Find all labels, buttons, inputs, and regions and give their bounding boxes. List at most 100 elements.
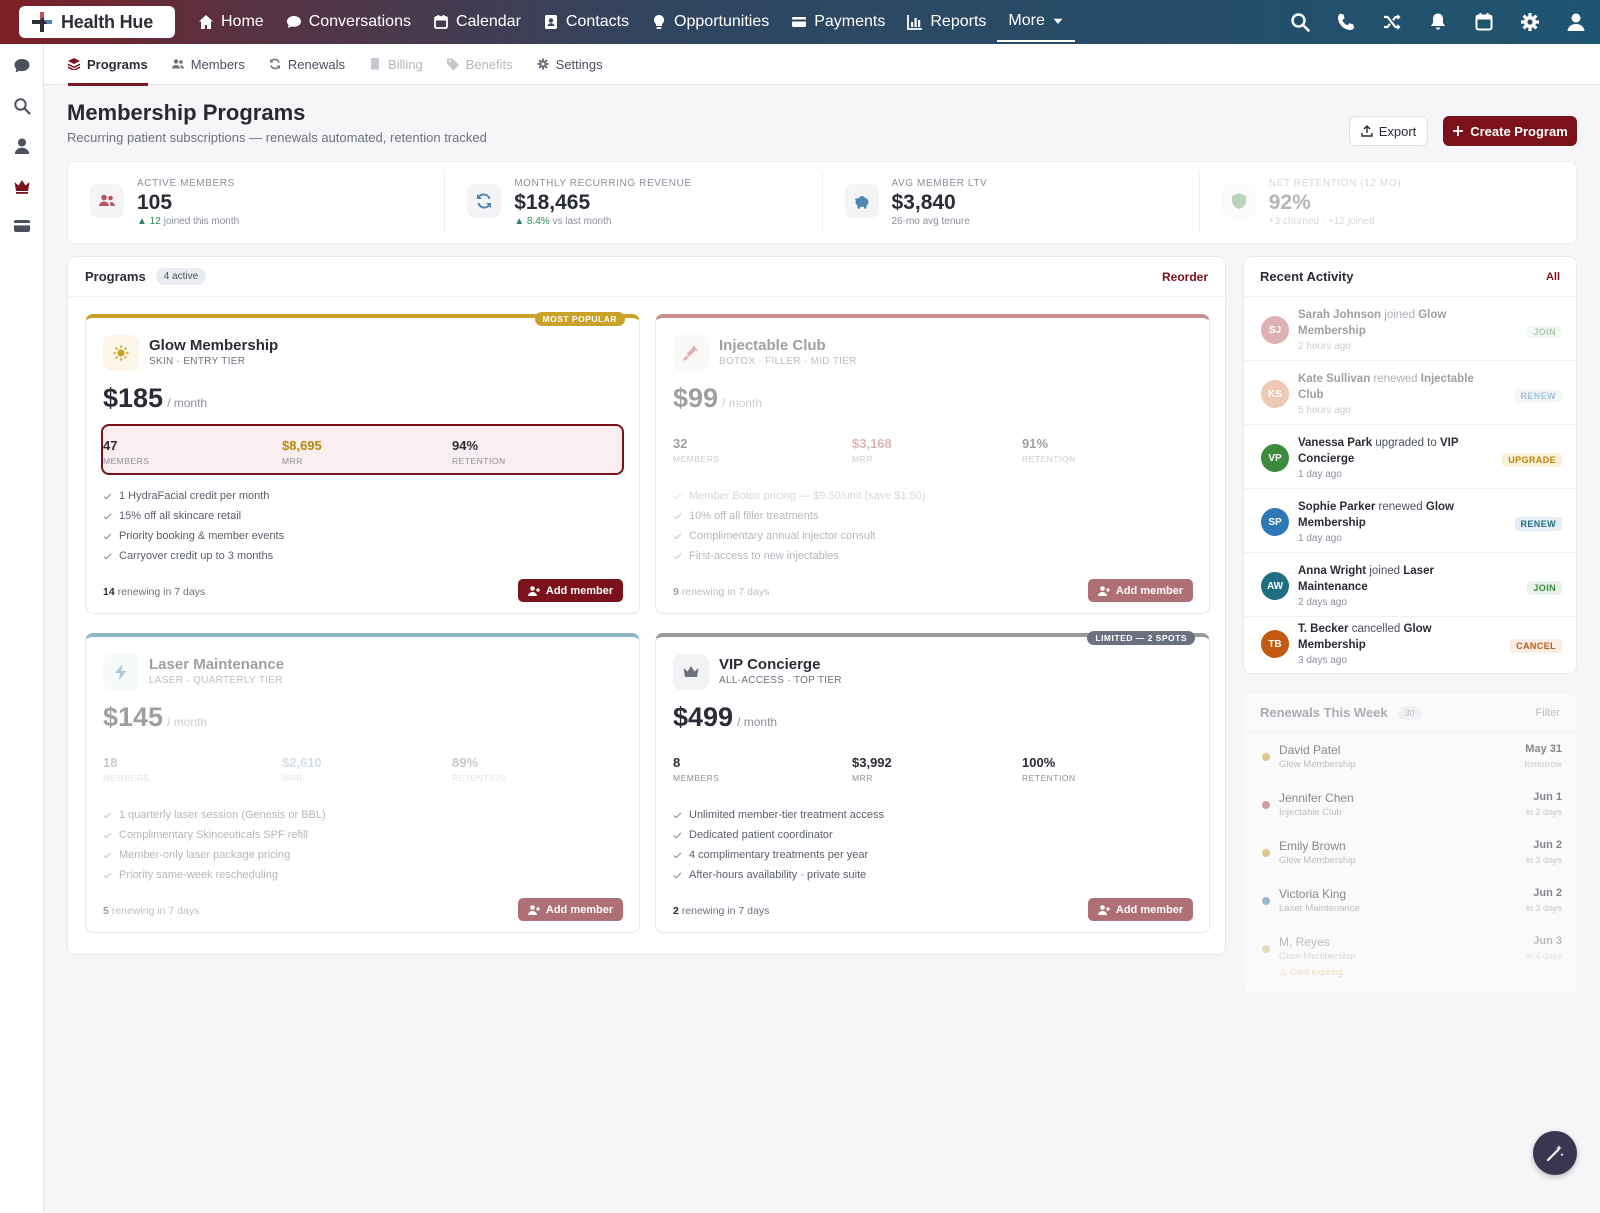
tab-renewals[interactable]: Renewals xyxy=(269,44,345,85)
activity-item[interactable]: SP Sophie Parker renewed Glow Membership… xyxy=(1244,489,1578,553)
brand-logo[interactable]: Health Hue xyxy=(19,6,175,38)
perk-item: Member Botox pricing — $9.50/unit (save … xyxy=(673,486,926,506)
metric-label: MEMBERS xyxy=(673,773,720,783)
nav-item-contacts[interactable]: Contacts xyxy=(532,0,640,44)
crown-icon xyxy=(683,666,699,677)
tab-label: Billing xyxy=(387,56,423,72)
activity-item[interactable]: VP Vanessa Park upgraded to VIP Concierg… xyxy=(1244,425,1578,489)
nav-item-more[interactable]: More xyxy=(997,2,1075,42)
metric-value: 32 xyxy=(673,436,688,451)
renewal-row[interactable]: Jennifer Chen Injectable Club Jun 1 in 2… xyxy=(1244,781,1578,829)
activity-item[interactable]: TB T. Becker cancelled Glow Membership 3 … xyxy=(1244,611,1578,675)
activity-tag: CANCEL xyxy=(1510,639,1562,653)
tab-settings[interactable]: Settings xyxy=(537,44,603,85)
nav-item-reports[interactable]: Reports xyxy=(896,0,997,44)
perk-item: Priority booking & member events xyxy=(103,526,284,546)
program-card-laser[interactable]: Laser Maintenance LASER · QUARTERLY TIER… xyxy=(85,633,640,933)
metric-value: 89% xyxy=(452,755,479,770)
perk-item: Carryover credit up to 3 months xyxy=(103,546,284,566)
check-icon xyxy=(673,851,682,859)
programs-count-badge: 4 active xyxy=(155,268,207,285)
magic-wand-fab[interactable] xyxy=(1533,1131,1577,1175)
activity-all-link[interactable]: All xyxy=(1546,271,1560,283)
nav-item-calendar[interactable]: Calendar xyxy=(422,0,532,44)
metric-value: 94% xyxy=(452,438,479,453)
tab-members[interactable]: Members xyxy=(171,44,245,85)
program-card-vip[interactable]: LIMITED — 2 SPOTS VIP Concierge ALL-ACCE… xyxy=(655,631,1210,933)
users-icon xyxy=(99,194,115,206)
activity-item[interactable]: KS Kate Sullivan renewed Injectable Club… xyxy=(1244,361,1578,425)
renewal-row[interactable]: David Patel Glow Membership May 31 tomor… xyxy=(1244,733,1578,781)
activity-item[interactable]: AW Anna Wright joined Laser Maintenance 2… xyxy=(1244,553,1578,617)
perk-item: 10% off all filler treatments xyxy=(673,506,926,526)
bell-icon[interactable] xyxy=(1428,12,1448,32)
add-member-button[interactable]: Add member xyxy=(518,579,623,602)
stat-value: 92% xyxy=(1268,191,1311,214)
activity-time: 1 day ago xyxy=(1298,469,1342,480)
shuffle-icon[interactable] xyxy=(1382,12,1402,32)
metric-value: $2,610 xyxy=(282,755,322,770)
renewal-row[interactable]: Emily Brown Glow Membership Jun 2 in 3 d… xyxy=(1244,829,1578,877)
renewal-row[interactable]: M. Reyes Glow Membership Jun 3 in 4 days… xyxy=(1244,925,1578,987)
nav-item-label: Payments xyxy=(814,13,886,30)
metric-value: 91% xyxy=(1022,436,1049,451)
credit-card-icon[interactable] xyxy=(13,217,31,235)
add-member-button[interactable]: Add member xyxy=(1088,579,1193,602)
page-title: Membership Programs xyxy=(67,100,306,125)
reorder-button[interactable]: Reorder xyxy=(1162,270,1208,284)
export-button[interactable]: Export xyxy=(1349,116,1428,146)
program-price: $145 xyxy=(103,702,164,732)
nav-item-label: Calendar xyxy=(455,13,521,30)
program-card-injectable[interactable]: Injectable Club BOTOX · FILLER · MID TIE… xyxy=(655,314,1210,614)
search-icon[interactable] xyxy=(1290,12,1310,32)
upload-icon xyxy=(1361,125,1373,137)
perk-list: Unlimited member-tier treatment access D… xyxy=(673,805,884,885)
perk-item: 15% off all skincare retail xyxy=(103,506,284,526)
program-price: $499 xyxy=(673,702,734,732)
nav-item-opportunities[interactable]: Opportunities xyxy=(640,0,780,44)
activity-time: 2 days ago xyxy=(1298,597,1347,608)
nav-item-payments[interactable]: Payments xyxy=(780,0,896,44)
avatar: AW xyxy=(1261,572,1289,600)
programs-panel: Programs 4 active Reorder MOST POPULAR G… xyxy=(67,256,1226,955)
add-user-icon xyxy=(1097,585,1110,596)
add-user-icon xyxy=(527,904,540,915)
program-price: $185 xyxy=(103,383,164,413)
nav-item-conversations[interactable]: Conversations xyxy=(275,0,422,44)
crown-icon[interactable] xyxy=(13,177,31,195)
tab-benefits[interactable]: Benefits xyxy=(446,44,513,85)
nav-item-label: Opportunities xyxy=(674,13,770,30)
program-name: Glow Membership xyxy=(149,337,279,354)
metric-value: $3,168 xyxy=(852,436,892,451)
calendar-icon[interactable] xyxy=(1474,12,1494,32)
refresh-icon xyxy=(269,58,280,70)
renewal-row[interactable]: Victoria King Laser Maintenance Jun 2 in… xyxy=(1244,877,1578,925)
nav-item-home[interactable]: Home xyxy=(187,0,275,44)
program-card-glow[interactable]: MOST POPULAR Glow Membership SKIN · ENTR… xyxy=(85,312,640,614)
phone-icon[interactable] xyxy=(1336,12,1356,32)
program-name: VIP Concierge xyxy=(719,656,821,673)
activity-time: 1 day ago xyxy=(1298,533,1342,544)
tab-label: Programs xyxy=(87,56,148,72)
tab-programs[interactable]: Programs xyxy=(68,44,148,86)
activity-item[interactable]: SJ Sarah Johnson joined Glow Membership 2… xyxy=(1244,297,1578,361)
filter-button[interactable]: Filter xyxy=(1536,707,1560,719)
create-program-button[interactable]: Create Program xyxy=(1443,116,1577,146)
check-icon xyxy=(673,532,682,540)
activity-tag: RENEW xyxy=(1514,517,1562,531)
metric-value: 100% xyxy=(1022,755,1056,770)
search-icon[interactable] xyxy=(13,97,31,115)
renewal-date: Jun 1 xyxy=(1533,791,1562,803)
program-metrics: 18 MEMBERS $2,610 MRR 89% RETENTION xyxy=(101,743,624,794)
status-dot xyxy=(1262,849,1270,857)
chat-icon[interactable] xyxy=(13,57,31,75)
stat-note: joined this month xyxy=(163,216,240,227)
add-member-button[interactable]: Add member xyxy=(518,898,623,921)
tab-billing[interactable]: Billing xyxy=(369,44,423,85)
renewal-program: Glow Membership xyxy=(1279,759,1356,770)
add-user-icon xyxy=(527,585,540,596)
user-icon[interactable] xyxy=(1566,12,1586,32)
user-icon[interactable] xyxy=(13,137,31,155)
add-member-button[interactable]: Add member xyxy=(1088,898,1193,921)
gear-icon[interactable] xyxy=(1520,12,1540,32)
